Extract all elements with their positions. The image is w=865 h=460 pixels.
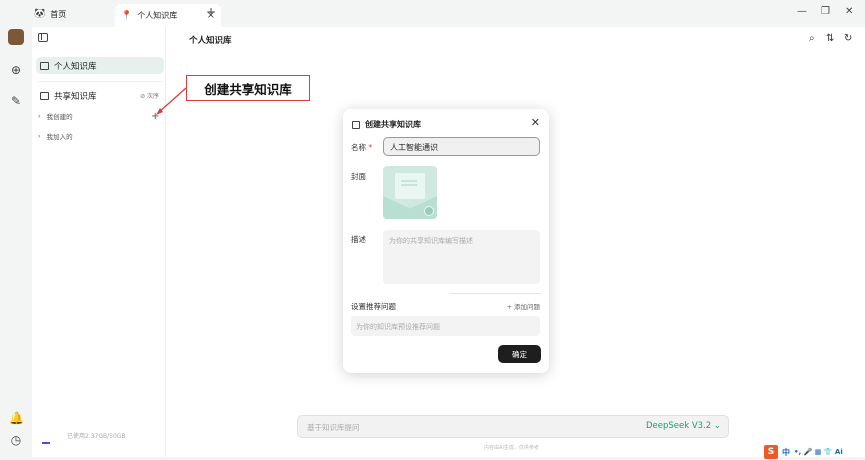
ime-tools[interactable]: •, 🎤 ▦ 👕 Ai [794, 448, 843, 456]
description-label: 描述 [351, 235, 366, 244]
cover-label: 封面 [351, 172, 366, 181]
question-input[interactable]: 为你的知识库预设推荐问题 [351, 316, 540, 336]
callout-label: 创建共享知识库 [186, 75, 310, 101]
kb-icon [352, 120, 360, 129]
divider [449, 293, 541, 294]
model-selector[interactable]: DeepSeek V3.2 ⌄ [646, 421, 721, 431]
edit-cover-icon[interactable] [424, 206, 434, 216]
ask-input[interactable]: 基于知识库提问 DeepSeek V3.2 ⌄ [297, 415, 729, 438]
description-textarea[interactable]: 为你的共享知识库编写描述 [383, 230, 540, 284]
sogou-logo-icon[interactable]: S [764, 445, 778, 459]
create-shared-kb-dialog: 创建共享知识库 ✕ 名称 * 人工智能通识 封面 描述 为你的共享知识库编写描述… [343, 109, 549, 373]
ai-disclaimer: 内容由AI生成，仅供参考 [484, 445, 539, 451]
dialog-header: 创建共享知识库 [352, 119, 421, 130]
cover-card-graphic [395, 173, 425, 199]
recommend-questions-label: 设置推荐问题 [351, 302, 396, 311]
close-icon[interactable]: ✕ [531, 116, 540, 129]
add-question-button[interactable]: + 添加问题 [506, 301, 540, 311]
name-label: 名称 * [351, 143, 373, 152]
dialog-title: 创建共享知识库 [365, 120, 421, 129]
ime-toolbar: S 中 •, 🎤 ▦ 👕 Ai [764, 444, 865, 460]
name-input[interactable]: 人工智能通识 [383, 137, 540, 156]
ime-language-toggle[interactable]: 中 [782, 447, 790, 458]
cover-image-picker[interactable] [383, 166, 437, 219]
confirm-button[interactable]: 确定 [498, 345, 541, 363]
ask-placeholder: 基于知识库提问 [307, 423, 360, 432]
